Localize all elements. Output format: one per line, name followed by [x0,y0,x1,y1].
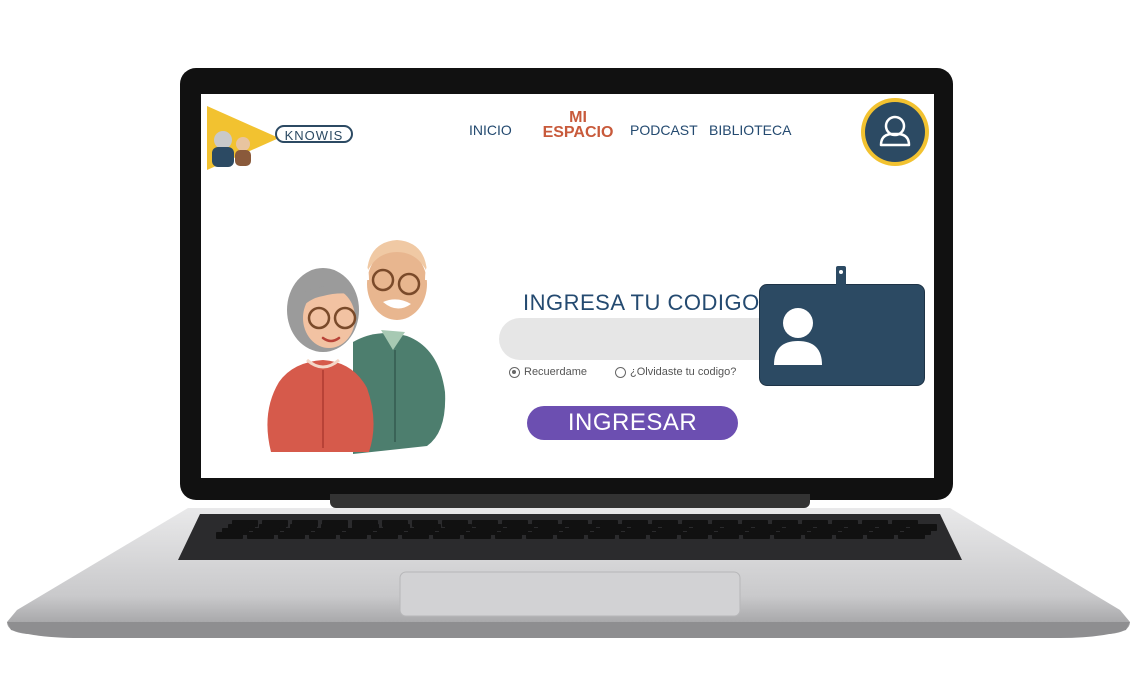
nav-podcast[interactable]: PODCAST [630,122,698,138]
laptop-base [7,508,1130,638]
keyboard-key [216,532,243,539]
nav-mi-espacio-line2: ESPACIO [542,124,614,141]
keyboard-key [898,532,925,539]
keyboard-key [867,532,894,539]
code-input[interactable] [499,318,789,360]
keyboard-key [464,532,491,539]
keyboard-key [650,532,677,539]
keyboard-key [619,532,646,539]
keyboard-key [557,532,584,539]
keyboard-key [340,532,367,539]
keyboard-key [712,532,739,539]
remember-radio[interactable] [509,366,520,378]
keyboard-key [247,532,274,539]
remember-option[interactable]: Recuerdame [509,366,587,378]
keyboard-key [836,532,863,539]
nav-mi-espacio-line1: MI [569,109,587,126]
nav-inicio[interactable]: INICIO [469,122,512,138]
remember-label: Recuerdame [524,366,587,378]
keyboard-key [402,532,429,539]
keyboard-key [526,532,553,539]
login-title: INGRESA TU CODIGO [523,290,760,315]
keyboard-key [433,532,460,539]
id-card-graphic [759,284,925,386]
keyboard-key [495,532,522,539]
forgot-code-radio[interactable] [615,366,626,378]
forgot-code-label: ¿Olvidaste tu codigo? [630,366,737,378]
id-card-user-icon [774,308,822,365]
forgot-code-link[interactable]: ¿Olvidaste tu codigo? [615,366,736,378]
ingresar-button[interactable]: INGRESAR [527,406,738,440]
keyboard-key [371,532,398,539]
user-icon [879,115,911,147]
nav-mi-espacio[interactable]: MI ESPACIO [535,109,621,141]
keyboard-key [588,532,615,539]
id-card-clip-icon [825,266,857,294]
keyboard-key [743,532,770,539]
logo-text: KNOWIS [275,125,353,143]
keyboard-key [805,532,832,539]
keyboard-key [681,532,708,539]
nav-biblioteca[interactable]: BIBLIOTECA [709,122,791,138]
keyboard-key [774,532,801,539]
profile-button[interactable] [865,102,925,162]
browser-screen: KNOWIS INICIO MI ESPACIO PODCAST BIBLIOT… [201,94,934,478]
keyboard-key [309,532,336,539]
elderly-couple-illustration [267,240,446,454]
keyboard-key [278,532,305,539]
